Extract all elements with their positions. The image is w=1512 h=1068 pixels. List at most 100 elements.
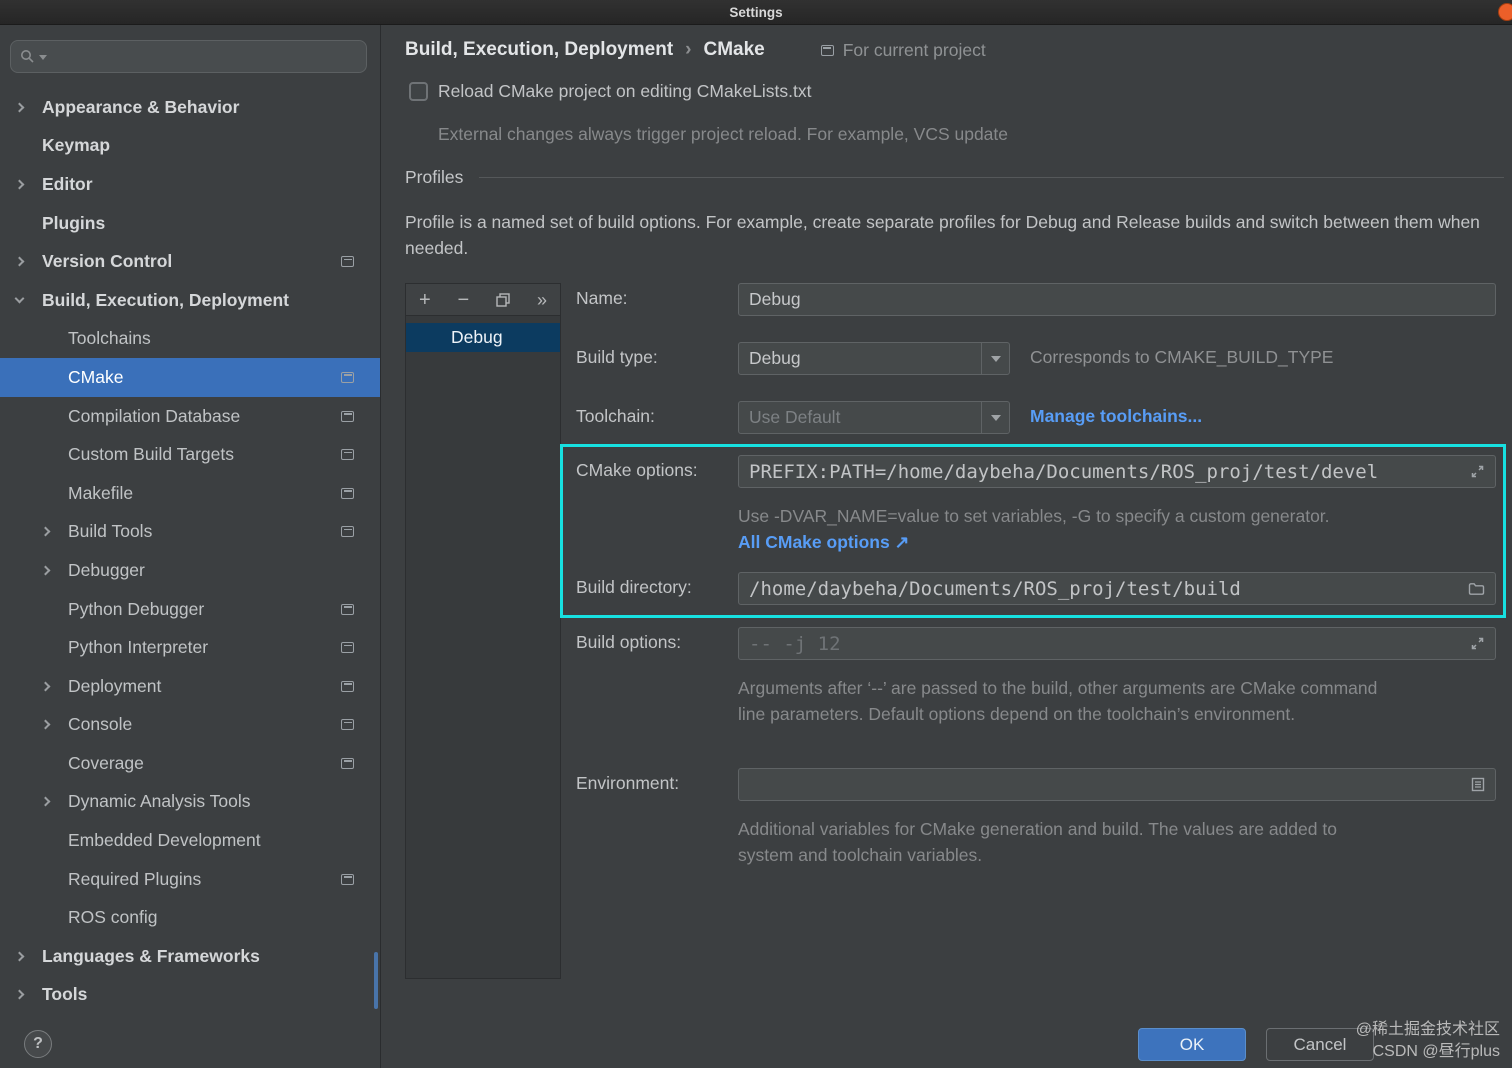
sidebar-item-embedded-development[interactable]: Embedded Development	[0, 821, 380, 860]
name-input[interactable]: Debug	[738, 283, 1496, 316]
sidebar-item-label: Tools	[42, 984, 88, 1005]
cmake-options-help: Use -DVAR_NAME=value to set variables, -…	[738, 506, 1330, 526]
current-project-icon	[341, 719, 354, 731]
current-project-icon	[341, 526, 354, 538]
build-directory-input[interactable]: /home/daybeha/Documents/ROS_proj/test/bu…	[738, 572, 1496, 605]
sidebar-item-python-interpreter[interactable]: Python Interpreter	[0, 628, 380, 667]
titlebar: Settings	[0, 0, 1512, 25]
name-value: Debug	[749, 289, 801, 309]
sidebar-item-label: CMake	[68, 366, 124, 387]
build-directory-label: Build directory:	[576, 577, 692, 597]
sidebar-item-plugins[interactable]: Plugins	[0, 204, 380, 243]
sidebar-item-custom-build-targets[interactable]: Custom Build Targets	[0, 435, 380, 474]
folder-browse-icon[interactable]	[1468, 582, 1485, 596]
sidebar-item-coverage[interactable]: Coverage	[0, 744, 380, 783]
copy-profile-button[interactable]	[496, 292, 510, 307]
chevron-right-icon[interactable]	[40, 526, 68, 537]
expand-icon[interactable]	[1470, 636, 1485, 651]
more-actions-button[interactable]: »	[537, 291, 547, 309]
breadcrumb: Build, Execution, Deployment › CMake For…	[405, 35, 986, 65]
sidebar-item-required-plugins[interactable]: Required Plugins	[0, 860, 380, 899]
breadcrumb-current: CMake	[703, 39, 765, 60]
sidebar-item-python-debugger[interactable]: Python Debugger	[0, 590, 380, 629]
chevron-right-icon[interactable]	[40, 681, 68, 692]
chevron-right-icon[interactable]	[40, 565, 68, 576]
help-button[interactable]: ?	[24, 1030, 52, 1058]
sidebar-item-label: Coverage	[68, 752, 144, 773]
sidebar-item-compilation-database[interactable]: Compilation Database	[0, 397, 380, 436]
current-project-icon	[341, 642, 354, 654]
remove-profile-button[interactable]: −	[458, 290, 470, 310]
build-options-help: Arguments after ‘--’ are passed to the b…	[738, 678, 1378, 724]
sidebar-item-tools[interactable]: Tools	[0, 976, 380, 1015]
environment-input[interactable]	[738, 768, 1496, 801]
chevron-right-icon[interactable]	[40, 797, 68, 807]
watermark-line2: CSDN @昼行plus	[1372, 1043, 1500, 1060]
add-profile-button[interactable]: +	[419, 290, 431, 310]
current-project-icon	[341, 410, 354, 422]
build-directory-value: /home/daybeha/Documents/ROS_proj/test/bu…	[749, 577, 1241, 600]
profile-item-debug[interactable]: Debug	[406, 323, 560, 352]
chevron-down-icon[interactable]	[981, 343, 1009, 374]
expand-icon[interactable]	[1470, 464, 1485, 479]
current-project-icon	[341, 256, 354, 268]
build-type-label: Build type:	[576, 347, 658, 367]
toolchain-value: Use Default	[749, 407, 841, 427]
chevron-right-icon[interactable]	[14, 256, 42, 267]
sidebar-item-deployment[interactable]: Deployment	[0, 667, 380, 706]
sidebar-item-dynamic-analysis-tools[interactable]: Dynamic Analysis Tools	[0, 783, 380, 822]
sidebar-item-debugger[interactable]: Debugger	[0, 551, 380, 590]
sidebar-item-console[interactable]: Console	[0, 706, 380, 745]
current-project-icon	[341, 449, 354, 461]
toolchain-select[interactable]: Use Default	[738, 401, 1010, 434]
sidebar-item-cmake[interactable]: CMake	[0, 358, 380, 397]
build-options-input[interactable]: -- -j 12	[738, 627, 1496, 660]
cancel-button[interactable]: Cancel	[1266, 1028, 1374, 1061]
close-icon[interactable]	[1498, 3, 1512, 21]
current-project-icon	[820, 44, 834, 56]
sidebar-item-label: Console	[68, 714, 133, 735]
chevron-right-icon[interactable]	[14, 179, 42, 190]
sidebar-item-languages-frameworks[interactable]: Languages & Frameworks	[0, 937, 380, 976]
environment-variables-icon[interactable]	[1471, 777, 1485, 792]
sidebar-item-keymap[interactable]: Keymap	[0, 127, 380, 166]
cmake-options-input[interactable]: PREFIX:PATH=/home/daybeha/Documents/ROS_…	[738, 455, 1496, 488]
breadcrumb-parent[interactable]: Build, Execution, Deployment	[405, 39, 673, 61]
sidebar-item-makefile[interactable]: Makefile	[0, 474, 380, 513]
profiles-list: Debug	[406, 316, 560, 352]
chevron-right-icon[interactable]	[14, 990, 42, 1000]
copy-icon	[496, 292, 510, 307]
chevron-right-icon[interactable]	[40, 719, 68, 730]
build-options-label: Build options:	[576, 632, 682, 652]
watermark-line1: @稀土掘金技术社区	[1355, 1021, 1500, 1038]
environment-label: Environment:	[576, 773, 680, 793]
search-history-chevron-icon[interactable]	[39, 55, 47, 60]
profiles-toolbar: + − »	[406, 284, 560, 316]
chevron-down-icon[interactable]	[14, 293, 42, 304]
manage-toolchains-link[interactable]: Manage toolchains...	[1030, 406, 1202, 426]
sidebar-item-label: Custom Build Targets	[68, 444, 235, 465]
build-type-select[interactable]: Debug	[738, 342, 1010, 375]
chevron-right-icon[interactable]	[14, 951, 42, 962]
ok-button[interactable]: OK	[1138, 1028, 1246, 1061]
sidebar-item-build-execution-deployment[interactable]: Build, Execution, Deployment	[0, 281, 380, 320]
manage-toolchains-row: Manage toolchains...	[1030, 406, 1202, 427]
sidebar-item-version-control[interactable]: Version Control	[0, 242, 380, 281]
sidebar-item-editor[interactable]: Editor	[0, 165, 380, 204]
search-input[interactable]	[10, 40, 367, 73]
chevron-right-icon[interactable]	[14, 102, 42, 113]
sidebar-scrollbar[interactable]	[374, 952, 378, 1009]
sidebar-item-label: Languages & Frameworks	[42, 945, 260, 966]
profiles-section-title: Profiles	[405, 167, 464, 187]
sidebar-item-build-tools[interactable]: Build Tools	[0, 513, 380, 552]
sidebar-item-label: Deployment	[68, 675, 162, 696]
cmake-options-label: CMake options:	[576, 460, 698, 480]
all-cmake-options-link[interactable]: All CMake options ↗	[738, 532, 909, 552]
reload-cmake-checkbox[interactable]	[409, 82, 428, 101]
current-project-icon	[341, 680, 354, 692]
sidebar-item-appearance-behavior[interactable]: Appearance & Behavior	[0, 88, 380, 127]
sidebar-item-label: Editor	[42, 173, 93, 194]
sidebar-item-label: Debugger	[68, 559, 145, 580]
sidebar-item-ros-config[interactable]: ROS config	[0, 898, 380, 937]
sidebar-item-toolchains[interactable]: Toolchains	[0, 320, 380, 359]
